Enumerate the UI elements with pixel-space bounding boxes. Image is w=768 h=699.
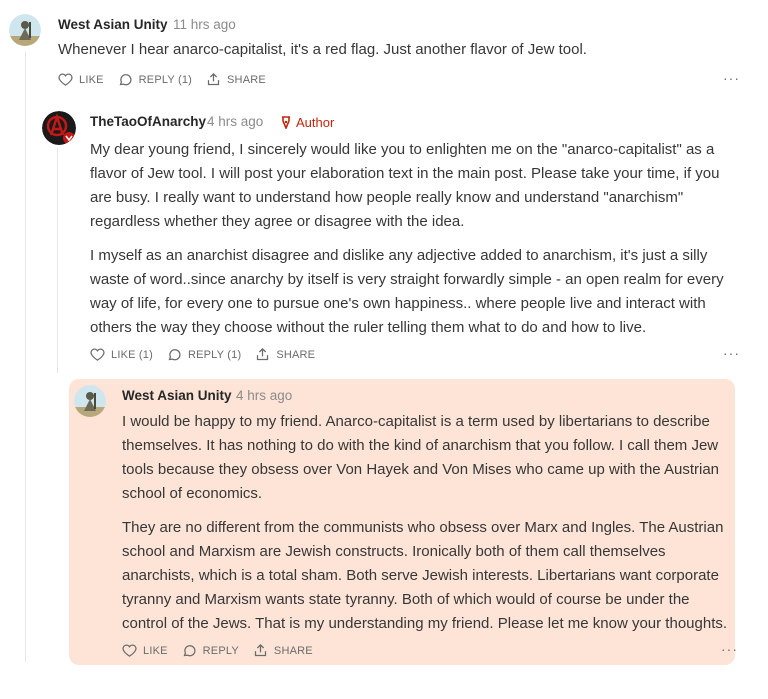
comment-author[interactable]: West Asian Unity: [122, 388, 232, 403]
share-button[interactable]: SHARE: [253, 643, 313, 658]
comment-author[interactable]: TheTaoOfAnarchy: [90, 114, 206, 129]
speech-bubble-icon: [183, 645, 196, 657]
comment-timestamp[interactable]: 11 hrs ago: [173, 17, 236, 32]
avatar[interactable]: [42, 111, 76, 145]
comment-paragraph: I would be happy to my friend. Anarco-ca…: [122, 413, 720, 502]
share-icon: [254, 643, 267, 657]
share-icon: [207, 72, 220, 86]
comment-paragraph: They are no different from the communist…: [122, 519, 728, 632]
more-options-button[interactable]: ···: [723, 345, 740, 361]
comment-paragraph: My dear young friend, I sincerely would …: [90, 141, 720, 230]
share-label: SHARE: [276, 348, 316, 361]
comment-paragraph: Whenever I hear anarco-capitalist, it's …: [58, 41, 587, 58]
more-options-button[interactable]: ···: [723, 70, 740, 86]
share-icon: [257, 347, 269, 361]
comment-body: I would be happy to my friend. Anarco-ca…: [122, 410, 737, 646]
comment-timestamp[interactable]: 4 hrs ago: [207, 114, 263, 129]
thread-line: [25, 52, 26, 662]
like-button[interactable]: LIKE: [58, 72, 104, 87]
thread-line: [57, 148, 58, 373]
comment-body: My dear young friend, I sincerely would …: [90, 138, 730, 350]
like-label: LIKE: [79, 73, 104, 86]
comment-actions: LIKE (1) REPLY (1) SHARE: [90, 347, 329, 362]
share-button[interactable]: SHARE: [206, 72, 266, 87]
comment-author[interactable]: West Asian Unity: [58, 17, 168, 32]
like-label: LIKE (1): [111, 348, 153, 361]
share-button[interactable]: SHARE: [255, 347, 315, 362]
heart-icon: [58, 73, 73, 86]
pen-nib-icon: [282, 116, 290, 129]
more-options-button[interactable]: ···: [721, 641, 738, 657]
author-badge: Author: [280, 115, 334, 130]
like-button[interactable]: LIKE (1): [90, 347, 153, 362]
share-label: SHARE: [273, 644, 313, 657]
like-label: LIKE: [143, 644, 168, 657]
comment-actions: LIKE REPLY (1) SHARE: [58, 72, 280, 87]
reply-button[interactable]: REPLY (1): [118, 72, 192, 87]
reply-label: REPLY: [202, 644, 239, 657]
heart-icon: [90, 348, 105, 361]
reply-label: REPLY (1): [138, 73, 193, 86]
anarchy-logo-icon: [42, 111, 76, 145]
speech-bubble-icon: [168, 349, 181, 361]
reply-button[interactable]: REPLY: [182, 643, 239, 658]
avatar[interactable]: [74, 385, 106, 417]
reply-button[interactable]: REPLY (1): [167, 347, 241, 362]
reply-label: REPLY (1): [187, 348, 242, 361]
comment-body: Whenever I hear anarco-capitalist, it's …: [58, 38, 748, 72]
comment-actions: LIKE REPLY SHARE: [122, 643, 327, 658]
avatar[interactable]: [9, 14, 41, 46]
user-avatar-icon: [9, 14, 41, 46]
like-button[interactable]: LIKE: [122, 643, 168, 658]
share-label: SHARE: [227, 73, 266, 86]
author-badge-label: Author: [296, 115, 335, 130]
comment-paragraph: I myself as an anarchist disagree and di…: [90, 247, 724, 336]
speech-bubble-icon: [119, 74, 132, 86]
user-avatar-icon: [74, 385, 106, 417]
comment-timestamp[interactable]: 4 hrs ago: [236, 388, 292, 403]
heart-icon: [122, 644, 137, 657]
